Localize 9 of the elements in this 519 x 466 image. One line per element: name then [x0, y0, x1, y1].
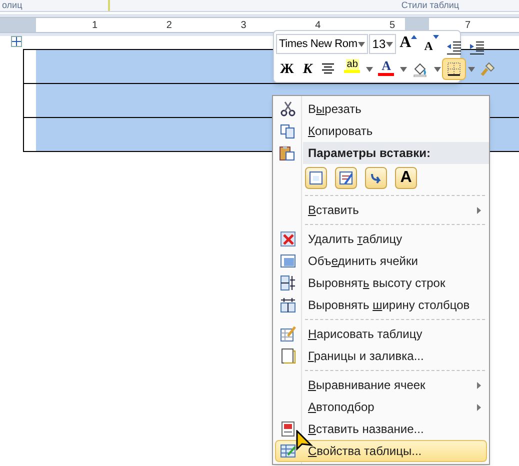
ruler-number: 7: [465, 18, 471, 32]
menu-section-header: Параметры вставки:: [303, 142, 489, 164]
ruler-number: 3: [240, 18, 246, 32]
ruler-number: 5: [389, 18, 395, 32]
ribbon-group-label: Стили таблиц: [401, 0, 459, 11]
ruler-number: 4: [315, 18, 321, 32]
ruler-number: 1: [92, 18, 98, 32]
ruler-number: 2: [166, 18, 172, 32]
ribbon-group-label: олиц: [0, 0, 110, 11]
